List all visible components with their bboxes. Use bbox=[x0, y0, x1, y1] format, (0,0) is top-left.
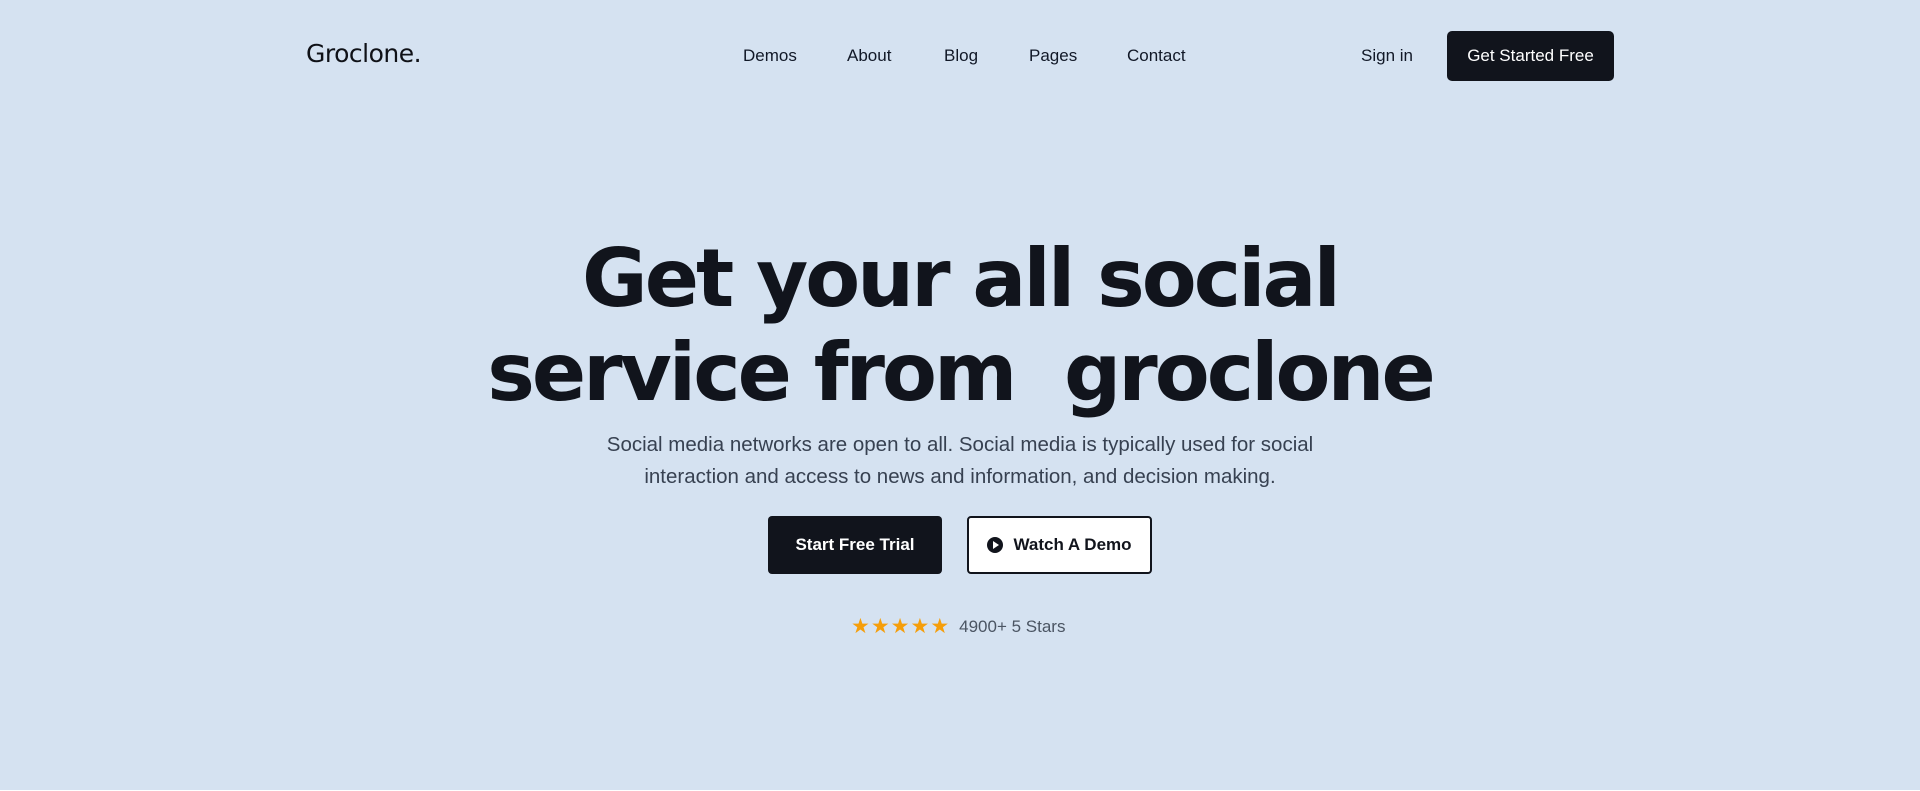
watch-demo-button[interactable]: Watch A Demo bbox=[967, 516, 1152, 574]
watch-demo-label: Watch A Demo bbox=[1013, 535, 1132, 554]
hero-headline: Get your all social service from groclon… bbox=[0, 232, 1920, 420]
rating: ★ ★ ★ ★ ★ 4900+ 5 Stars bbox=[851, 616, 1065, 637]
star-icon: ★ bbox=[930, 614, 950, 638]
play-circle-icon bbox=[987, 537, 1004, 553]
headline-line-1: Get your all social bbox=[582, 232, 1341, 325]
subtitle-line-2: interaction and access to news and infor… bbox=[644, 465, 1276, 488]
sign-in-link[interactable]: Sign in bbox=[1361, 46, 1413, 66]
headline-line-2: service from groclone bbox=[487, 326, 1435, 419]
nav-blog[interactable]: Blog bbox=[944, 46, 978, 66]
rating-text: 4900+ 5 Stars bbox=[959, 616, 1066, 636]
star-icon: ★ bbox=[890, 614, 910, 638]
hero-subtitle: Social media networks are open to all. S… bbox=[0, 429, 1920, 493]
nav-demos[interactable]: Demos bbox=[743, 46, 797, 66]
brand-logo[interactable]: Groclone. bbox=[306, 39, 422, 68]
nav-contact[interactable]: Contact bbox=[1127, 46, 1186, 66]
star-icon: ★ bbox=[851, 614, 870, 638]
star-icon: ★ bbox=[870, 614, 890, 638]
start-free-trial-button[interactable]: Start Free Trial bbox=[768, 516, 942, 574]
subtitle-line-1: Social media networks are open to all. S… bbox=[606, 433, 1314, 456]
nav-about[interactable]: About bbox=[847, 46, 891, 66]
star-icon: ★ bbox=[910, 614, 930, 638]
star-rating: ★ ★ ★ ★ ★ bbox=[851, 616, 949, 637]
get-started-button[interactable]: Get Started Free bbox=[1447, 31, 1614, 81]
nav-pages[interactable]: Pages bbox=[1029, 46, 1077, 66]
